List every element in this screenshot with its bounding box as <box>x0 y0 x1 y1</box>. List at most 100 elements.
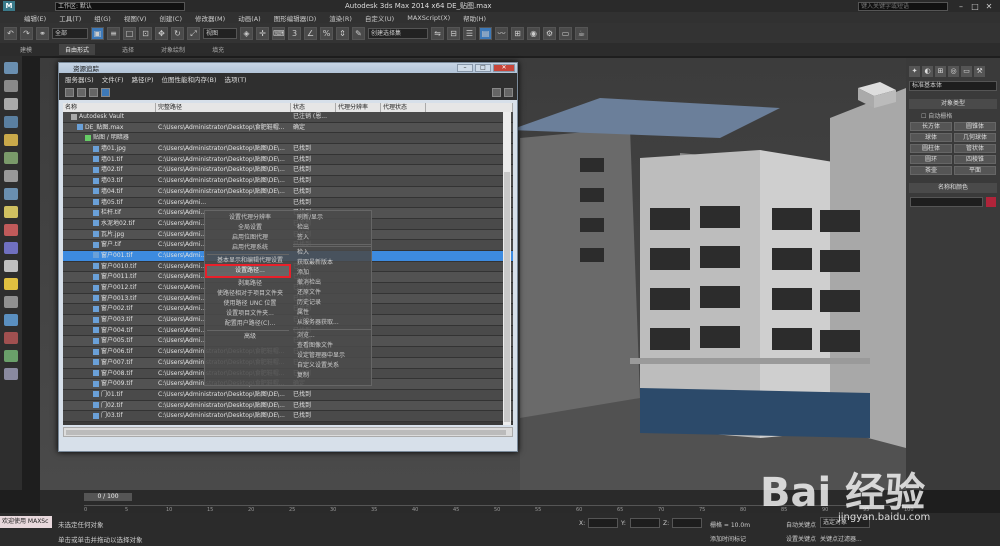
scene-explorer-icon[interactable] <box>4 62 18 74</box>
ribbon-tab[interactable]: 填充 <box>212 45 224 54</box>
table-row[interactable]: 门01.tif C:\Users\Administrator\Desktop\贴图… <box>63 389 513 401</box>
selection-filter-dropdown[interactable]: 全部 <box>52 27 88 39</box>
undo-icon[interactable]: ↶ <box>4 26 17 40</box>
context-menu-item[interactable]: 添加 <box>293 268 371 278</box>
helper-icon[interactable] <box>4 152 18 164</box>
geometry-icon[interactable] <box>4 188 18 200</box>
add-time-tag[interactable]: 添加时间标记 <box>710 534 746 543</box>
table-row[interactable]: 门03.tif C:\Users\Administrator\Desktop\贴图… <box>63 411 513 422</box>
settings-icon[interactable] <box>4 368 18 380</box>
named-selection-dropdown[interactable]: 创建选择集 <box>368 27 428 39</box>
table-row[interactable]: 墙01.tif C:\Users\Administrator\Desktop\贴图… <box>63 154 513 166</box>
context-menu-item[interactable]: 获取最新版本 <box>293 258 371 268</box>
context-menu-item[interactable]: 设置项目文件夹... <box>207 309 289 319</box>
help-icon[interactable] <box>492 87 501 97</box>
object-type-button[interactable]: 球体 <box>910 133 952 142</box>
select-object-icon[interactable]: ▣ <box>91 26 104 40</box>
column-header[interactable]: 代理状态 <box>381 103 426 112</box>
menu-item[interactable]: 图形编辑器(D) <box>274 13 317 23</box>
layer-icon[interactable]: ☰ <box>463 26 476 40</box>
object-category-dropdown[interactable]: 标准基本体 <box>909 81 997 91</box>
context-menu-item[interactable]: 使路径相对于项目文件夹 <box>207 289 289 299</box>
context-menu-item[interactable]: 高级 <box>207 332 289 342</box>
display-tab-icon[interactable]: ▭ <box>961 66 972 77</box>
context-menu-item[interactable]: 复制 <box>293 371 371 381</box>
schematic-view-icon[interactable]: ⊞ <box>511 26 524 40</box>
context-menu-item[interactable]: 浏览... <box>293 331 371 341</box>
container-icon[interactable] <box>4 98 18 110</box>
dialog-menu-item[interactable]: 服务器(S) <box>65 74 94 84</box>
key-filters-button[interactable]: 关键点过滤器... <box>820 534 862 543</box>
object-type-button[interactable]: 茶壶 <box>910 166 952 175</box>
object-type-button[interactable]: 平面 <box>954 166 996 175</box>
ribbon-toggle-icon[interactable]: ▤ <box>479 26 492 40</box>
table-row[interactable]: DE_贴图.max C:\Users\Administrator\Desktop\… <box>63 122 513 134</box>
link-icon[interactable]: ⚭ <box>36 26 49 40</box>
rotate-icon[interactable]: ↻ <box>171 26 184 40</box>
align-icon[interactable]: ⊟ <box>447 26 460 40</box>
autogrid-checkbox[interactable]: ☐ 自动栅格 <box>921 111 1000 120</box>
ribbon-tab[interactable]: 建模 <box>20 45 32 54</box>
dialog-menu-item[interactable]: 选项(T) <box>225 74 247 84</box>
reference-coord-dropdown[interactable]: 视图 <box>203 27 237 39</box>
spinner-snap-icon[interactable]: ⇕ <box>336 26 349 40</box>
horizontal-scrollbar[interactable] <box>63 427 513 437</box>
table-row[interactable]: 贴图 / 明暗器 <box>63 133 513 145</box>
menu-item[interactable]: 修改器(M) <box>195 13 225 23</box>
biped-icon[interactable] <box>4 314 18 326</box>
spacewarp-icon[interactable] <box>4 242 18 254</box>
window-crossing-icon[interactable]: ⊡ <box>139 26 152 40</box>
menu-item[interactable]: 渲染(R) <box>329 13 352 23</box>
ribbon-tab[interactable]: 对象绘制 <box>161 45 185 54</box>
column-header[interactable]: 状态 <box>291 103 336 112</box>
tree-view-icon[interactable] <box>101 87 110 97</box>
keyboard-shortcut-icon[interactable]: ⌨ <box>272 26 285 40</box>
context-menu-item[interactable]: 刷新/显示 <box>293 213 371 223</box>
pivot-icon[interactable]: ◈ <box>240 26 253 40</box>
context-menu-item[interactable]: 全局设置 <box>207 223 289 233</box>
table-row[interactable]: 墙04.tif C:\Users\Administrator\Desktop\贴图… <box>63 186 513 198</box>
object-type-section[interactable]: 对象类型 <box>909 99 997 109</box>
context-menu-item[interactable]: 基本显示和编辑代理设置 <box>207 256 289 266</box>
mirror-icon[interactable]: ⇋ <box>431 26 444 40</box>
menu-item[interactable]: 编辑(E) <box>24 13 46 23</box>
table-row[interactable]: 墙01.jpg C:\Users\Administrator\Desktop\贴图… <box>63 144 513 155</box>
object-color-swatch[interactable] <box>986 197 996 207</box>
time-slider[interactable]: 0 / 100 <box>84 493 132 501</box>
maxscript-listener[interactable]: 欢迎使用 MAXSc <box>0 516 52 528</box>
context-menu-item[interactable]: 检入 <box>293 248 371 258</box>
rendered-frame-icon[interactable]: ▭ <box>559 26 572 40</box>
material-editor-icon[interactable]: ◉ <box>527 26 540 40</box>
modify-tab-icon[interactable]: ◐ <box>922 66 933 77</box>
shapes-icon[interactable] <box>4 206 18 218</box>
object-type-button[interactable]: 管状体 <box>954 144 996 153</box>
object-type-button[interactable]: 圆柱体 <box>910 144 952 153</box>
context-menu-item[interactable]: 使用路径 UNC 位置 <box>207 299 289 309</box>
set-path-menu-item[interactable]: 设置路径... <box>205 264 291 278</box>
dialog-menu-item[interactable]: 文件(F) <box>102 74 124 84</box>
context-menu-item[interactable]: 设定管理器中显示 <box>293 351 371 361</box>
scale-icon[interactable]: ⤢ <box>187 26 200 40</box>
context-menu-item[interactable]: 配置用户路径(C)... <box>207 319 289 329</box>
menu-item[interactable]: 视图(V) <box>124 13 147 23</box>
ribbon-tab[interactable]: 选择 <box>122 45 134 54</box>
xref-icon[interactable] <box>4 332 18 344</box>
menu-item[interactable]: 组(G) <box>94 13 111 23</box>
context-menu-item[interactable]: 启用代理系统 <box>207 243 289 253</box>
object-type-button[interactable]: 圆锥体 <box>954 122 996 131</box>
context-menu-item[interactable]: 还原文件 <box>293 288 371 298</box>
object-type-button[interactable]: 长方体 <box>910 122 952 131</box>
context-menu-item[interactable]: 剥离路径 <box>207 279 289 289</box>
display-icon[interactable] <box>4 116 18 128</box>
object-type-button[interactable]: 几何球体 <box>954 133 996 142</box>
object-name-field[interactable] <box>910 197 983 207</box>
column-header[interactable]: 完整路径 <box>156 103 291 112</box>
light-icon[interactable] <box>4 134 18 146</box>
dialog-maximize-icon[interactable]: □ <box>475 64 491 72</box>
context-menu-item[interactable]: 查看图像文件 <box>293 341 371 351</box>
column-header[interactable]: 名称 <box>63 103 156 112</box>
create-tab-icon[interactable]: ✦ <box>909 66 920 77</box>
context-menu-item[interactable]: 自定义设置关系 <box>293 361 371 371</box>
menu-item[interactable]: 帮助(H) <box>463 13 486 23</box>
menu-item[interactable]: 自定义(U) <box>365 13 394 23</box>
